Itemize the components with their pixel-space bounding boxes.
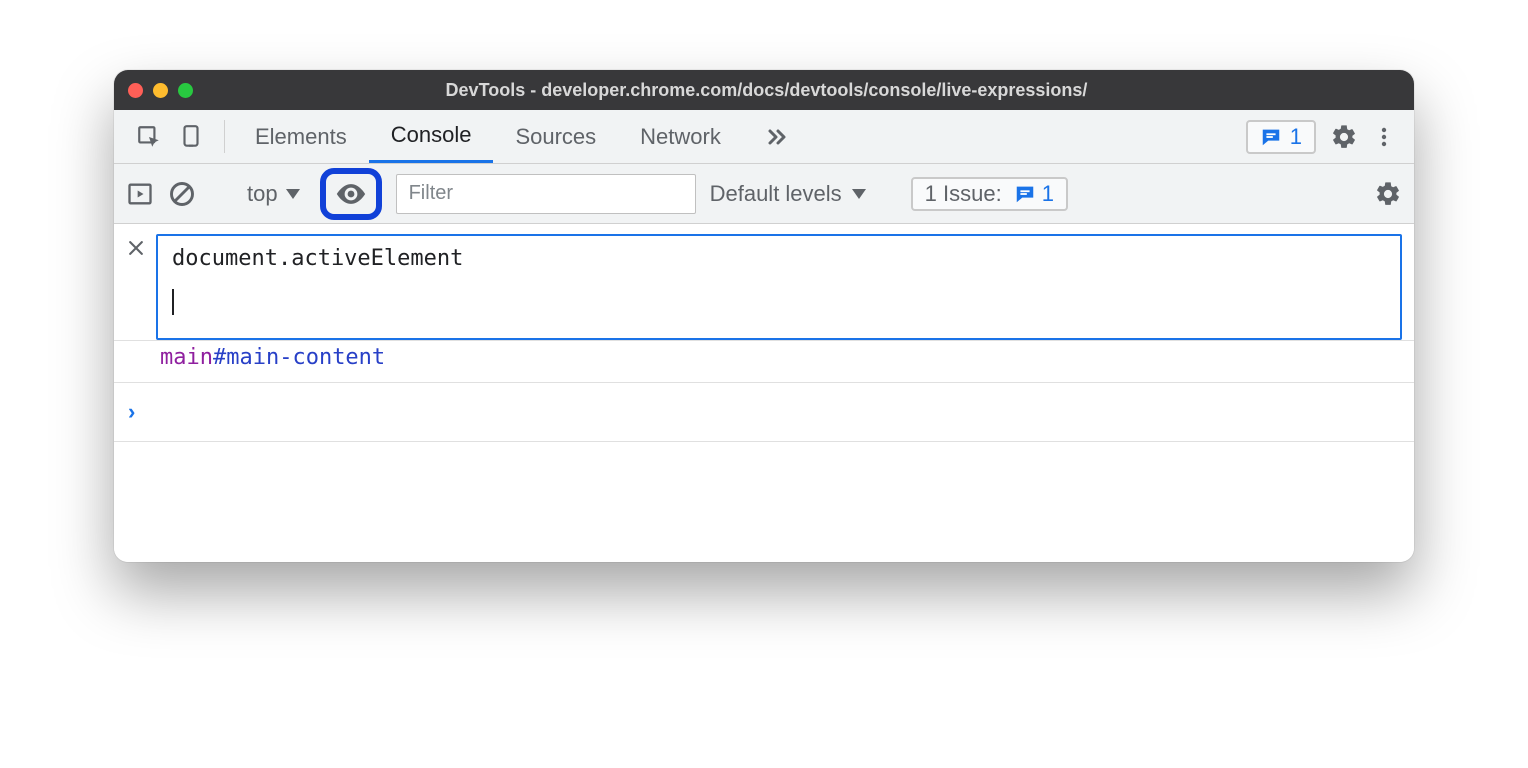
result-tag: main (160, 345, 213, 370)
titlebar: DevTools - developer.chrome.com/docs/dev… (114, 70, 1414, 110)
title-url: developer.chrome.com/docs/devtools/conso… (541, 80, 1087, 100)
chevron-down-icon (286, 189, 300, 199)
console-output-area (114, 442, 1414, 562)
console-toolbar: top Default levels 1 Issue: (114, 164, 1414, 224)
title-prefix: DevTools - (446, 80, 542, 100)
prompt-chevron-icon: › (128, 399, 135, 425)
message-icon (1014, 183, 1036, 205)
messages-chip[interactable]: 1 (1246, 120, 1316, 154)
devtools-tabbar: Elements Console Sources Network (114, 110, 1414, 164)
window-close-button[interactable] (128, 83, 143, 98)
devtools-window: DevTools - developer.chrome.com/docs/dev… (114, 70, 1414, 562)
tab-sources[interactable]: Sources (493, 110, 618, 163)
console-prompt[interactable]: › (114, 382, 1414, 442)
issues-label: 1 Issue: (925, 181, 1002, 207)
live-expression-text: document.activeElement (172, 246, 1386, 271)
window-minimize-button[interactable] (153, 83, 168, 98)
chevron-down-icon (852, 189, 866, 199)
remove-live-expression-button[interactable] (126, 234, 156, 264)
result-id: #main-content (213, 345, 385, 370)
execution-context-dropdown[interactable]: top (241, 179, 306, 209)
close-icon (126, 238, 146, 258)
filter-input[interactable] (396, 174, 696, 214)
device-toolbar-icon[interactable] (178, 124, 204, 150)
tab-elements[interactable]: Elements (233, 110, 369, 163)
kebab-menu-icon[interactable] (1372, 125, 1396, 149)
live-expression-result[interactable]: main#main-content (160, 341, 1414, 382)
issues-count: 1 (1042, 181, 1054, 207)
execution-context-label: top (247, 181, 278, 207)
divider (224, 120, 225, 153)
eye-icon (334, 177, 368, 211)
inspect-element-icon[interactable] (136, 124, 162, 150)
live-expression-editor[interactable]: document.activeElement (156, 234, 1402, 340)
log-levels-label: Default levels (710, 181, 842, 207)
traffic-lights (128, 83, 193, 98)
chevron-double-right-icon (765, 125, 789, 149)
tab-console[interactable]: Console (369, 110, 494, 163)
live-expression-button[interactable] (320, 168, 382, 220)
console-settings-gear-icon[interactable] (1374, 180, 1402, 208)
tab-network[interactable]: Network (618, 110, 743, 163)
window-zoom-button[interactable] (178, 83, 193, 98)
window-title: DevTools - developer.chrome.com/docs/dev… (203, 80, 1330, 101)
tab-more[interactable] (743, 110, 811, 163)
clear-console-icon[interactable] (168, 180, 196, 208)
text-caret (172, 289, 174, 315)
live-expression-section: document.activeElement main#main-content (114, 224, 1414, 382)
console-sidebar-toggle-icon[interactable] (126, 180, 154, 208)
messages-count: 1 (1290, 124, 1302, 150)
log-levels-dropdown[interactable]: Default levels (710, 181, 866, 207)
issues-chip[interactable]: 1 Issue: 1 (911, 177, 1068, 211)
settings-gear-icon[interactable] (1330, 123, 1358, 151)
message-icon (1260, 126, 1282, 148)
